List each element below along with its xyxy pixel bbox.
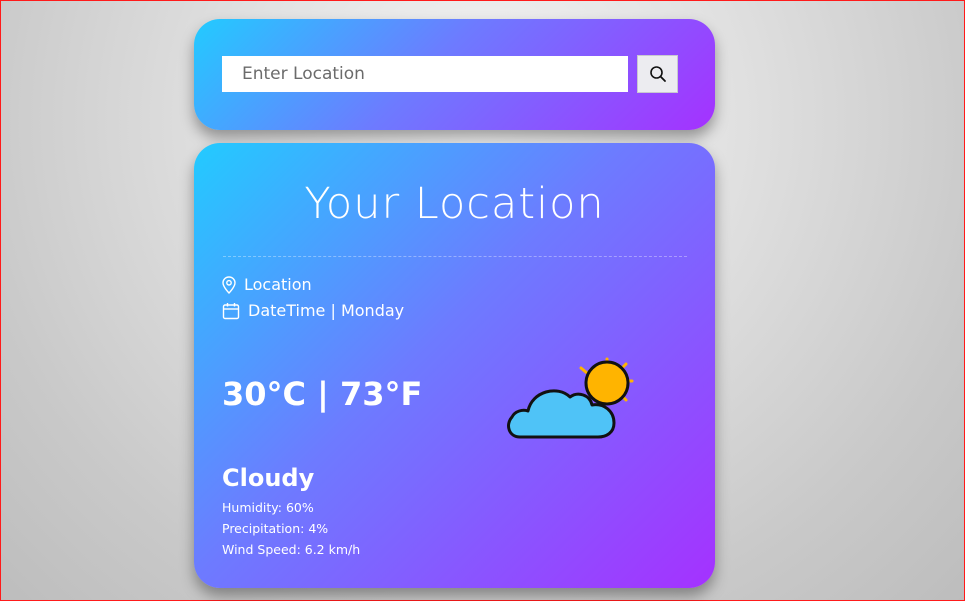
partly-cloudy-icon (507, 357, 634, 439)
datetime-row: DateTime | Monday (222, 301, 404, 320)
search-icon (649, 66, 666, 82)
weather-card: Your Location Location DateTime | Monday… (194, 143, 715, 588)
weather-condition: Cloudy (222, 464, 315, 492)
calendar-icon (222, 302, 240, 319)
location-search-input[interactable] (222, 56, 628, 92)
search-card (194, 19, 715, 130)
location-label: Location (244, 275, 312, 294)
location-row: Location (222, 275, 312, 294)
wind-speed-text: Wind Speed: 6.2 km/h (222, 542, 361, 557)
temperature: 30°C | 73°F (222, 375, 423, 413)
location-title: Your Location (304, 179, 605, 229)
precipitation-text: Precipitation: 4% (222, 521, 329, 536)
humidity-text: Humidity: 60% (222, 500, 314, 515)
datetime-label: DateTime | Monday (248, 301, 405, 320)
search-button[interactable] (637, 55, 678, 93)
divider (223, 256, 687, 257)
map-pin-icon (222, 275, 236, 294)
